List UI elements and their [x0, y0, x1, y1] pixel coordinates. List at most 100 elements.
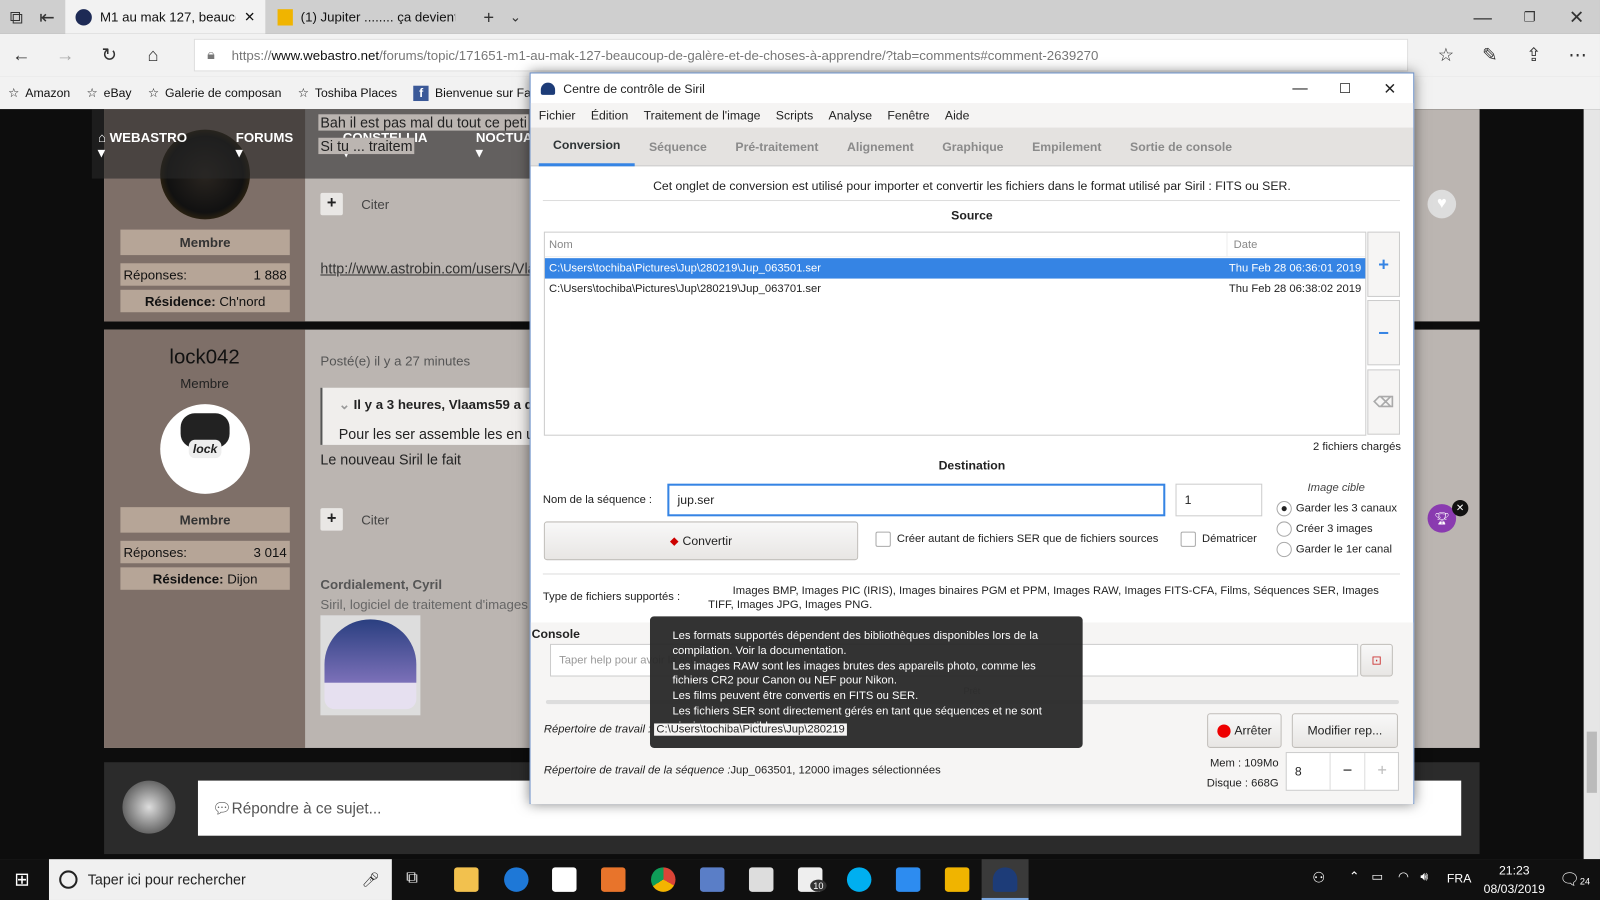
mail-icon[interactable]: 10 — [797, 867, 827, 892]
back-icon[interactable]: ← — [0, 34, 43, 77]
menu-fenetre[interactable]: Fenêtre — [887, 108, 929, 122]
favorite-toshiba[interactable]: ☆ Toshiba Places — [298, 86, 397, 100]
tab-sequence[interactable]: Séquence — [635, 127, 721, 166]
edge-icon[interactable] — [504, 867, 529, 892]
decrement-button[interactable]: − — [1329, 753, 1365, 790]
clock-time[interactable]: 21:23 — [1482, 863, 1547, 877]
windows-start-icon[interactable]: ⊞ — [14, 869, 29, 890]
close-tab-icon[interactable]: ✕ — [244, 9, 255, 25]
browser-tab-active[interactable]: M1 au mak 127, beaucc ✕ — [65, 0, 266, 34]
favorite-galerie[interactable]: ☆ Galerie de composan — [148, 86, 282, 100]
tab-pretraitement[interactable]: Pré-traitement — [721, 127, 833, 166]
app-icon[interactable] — [944, 867, 970, 892]
column-nom[interactable]: Nom — [549, 238, 573, 250]
favorite-facebook[interactable]: f Bienvenue sur Fac — [413, 85, 538, 101]
column-date[interactable]: Date — [1226, 232, 1362, 257]
skype-icon[interactable] — [846, 867, 872, 892]
notes-icon[interactable]: ✎ — [1468, 34, 1511, 77]
page-scrollbar[interactable] — [1583, 109, 1600, 860]
menu-edition[interactable]: Édition — [591, 108, 628, 122]
radio-icon — [1276, 521, 1292, 537]
convert-button[interactable]: ⬥ Convertir — [543, 521, 859, 561]
wifi-icon[interactable]: ◠ — [1398, 869, 1409, 883]
clear-list-button[interactable]: ⌫ — [1367, 369, 1400, 435]
siril-taskbar-button[interactable] — [981, 859, 1029, 900]
increment-button[interactable]: + — [1364, 753, 1399, 790]
multiquote-plus-button[interactable]: + — [320, 508, 343, 531]
tab-sortie-console[interactable]: Sortie de console — [1116, 127, 1247, 166]
menu-scripts[interactable]: Scripts — [776, 108, 813, 122]
people-icon[interactable]: ⚇ — [1312, 869, 1325, 886]
author-name[interactable]: lock042 — [104, 346, 305, 369]
radio-keep-first-channel[interactable]: Garder le 1er canal — [1276, 541, 1392, 558]
action-center-icon[interactable]: 🗨︎24 — [1559, 869, 1590, 889]
language-indicator[interactable]: FRA — [1447, 871, 1471, 885]
tab-graphique[interactable]: Graphique — [928, 127, 1018, 166]
multiquote-plus-button[interactable]: + — [320, 192, 343, 216]
task-view-icon[interactable]: ⧉ — [406, 869, 418, 887]
calculator-icon[interactable] — [748, 867, 774, 892]
refresh-icon[interactable]: ↻ — [88, 34, 131, 77]
heart-reaction-icon[interactable]: ♥ — [1427, 189, 1457, 219]
computer-icon[interactable] — [699, 867, 725, 892]
menu-aide[interactable]: Aide — [945, 108, 970, 122]
close-popup-icon[interactable]: ✕ — [1452, 499, 1469, 517]
tab-empilement[interactable]: Empilement — [1018, 127, 1116, 166]
address-bar[interactable]: 🔒︎ https://www.webastro.net/forums/topic… — [193, 38, 1409, 72]
browser-tab[interactable]: (1) Jupiter ........ ça devient tr — [267, 0, 465, 34]
store-icon[interactable] — [552, 867, 577, 892]
memory-usage: Mem : 109Mo — [1209, 757, 1279, 770]
tray-chevron-icon[interactable]: ⌃ — [1349, 869, 1359, 883]
file-row[interactable]: C:\Users\tochiba\Pictures\Jup\280219\Jup… — [544, 258, 1366, 279]
favorite-ebay[interactable]: ☆ eBay — [87, 86, 132, 100]
stop-button[interactable]: Arrêter — [1207, 713, 1282, 748]
microphone-icon[interactable]: 🎤︎ — [361, 871, 379, 888]
chevron-down-icon[interactable]: ⌄ — [339, 397, 354, 412]
threads-spinner[interactable]: 8 − + — [1285, 752, 1399, 791]
change-directory-button[interactable]: Modifier rep... — [1291, 713, 1398, 748]
menu-fichier[interactable]: Fichier — [539, 108, 576, 122]
source-file-list[interactable]: Nom Date C:\Users\tochiba\Pictures\Jup\28… — [543, 231, 1367, 436]
quote-button[interactable]: Citer — [361, 197, 389, 212]
quote-button[interactable]: Citer — [361, 512, 389, 527]
siril-logo[interactable] — [320, 615, 421, 716]
more-icon[interactable]: ⋯ — [1556, 34, 1599, 77]
remove-file-button[interactable]: − — [1367, 299, 1400, 366]
nav-forums[interactable]: FORUMS ▾ — [236, 129, 302, 161]
menu-analyse[interactable]: Analyse — [829, 108, 873, 122]
supported-types-label: Type de fichiers supportés : — [542, 590, 681, 604]
sequence-name-input[interactable]: jup.ser — [667, 483, 1166, 517]
clock-date[interactable]: 08/03/2019 — [1480, 882, 1549, 896]
nav-webastro[interactable]: ⌂ WEBASTRO ▾ — [98, 129, 195, 161]
menu-traitement[interactable]: Traitement de l'image — [644, 108, 761, 122]
signature-link[interactable]: http://www.astrobin.com/users/Vla — [320, 260, 535, 276]
media-player-icon[interactable] — [601, 867, 626, 892]
start-index-input[interactable]: 1 — [1175, 483, 1263, 517]
snip-icon[interactable] — [895, 867, 921, 892]
favorites-icon[interactable]: ☆ — [1424, 34, 1467, 77]
file-explorer-icon[interactable] — [454, 867, 479, 892]
file-row[interactable]: C:\Users\tochiba\Pictures\Jup\280219\Jup… — [545, 279, 1365, 299]
tab-alignement[interactable]: Alignement — [833, 127, 928, 166]
replies-count: 3 014 — [253, 544, 287, 560]
siril-icon — [992, 867, 1018, 892]
radio-create-3-images[interactable]: Créer 3 images — [1276, 521, 1373, 537]
siril-minimize-icon[interactable]: — — [1278, 73, 1323, 103]
multi-ser-checkbox[interactable]: Créer autant de fichiers SER que de fich… — [875, 531, 1158, 547]
add-files-button[interactable]: + — [1367, 231, 1400, 297]
volume-icon[interactable]: 🔊︎ — [1420, 869, 1428, 884]
favorite-label: Bienvenue sur Fac — [434, 85, 538, 100]
radio-keep-3-channels[interactable]: Garder les 3 canaux — [1276, 501, 1397, 517]
tab-conversion[interactable]: Conversion — [538, 127, 635, 166]
clear-console-button[interactable]: ⊡ — [1360, 643, 1393, 677]
siril-close-icon[interactable]: ✕ — [1367, 73, 1412, 103]
taskbar-search[interactable]: Taper ici pour rechercher 🎤︎ — [48, 859, 392, 900]
battery-icon[interactable]: ▭ — [1371, 869, 1383, 883]
favorite-amazon[interactable]: ☆ Amazon — [8, 86, 70, 100]
siril-maximize-icon[interactable]: ☐ — [1322, 73, 1367, 103]
chrome-icon[interactable] — [651, 867, 676, 892]
forward-icon[interactable]: → — [44, 34, 87, 77]
debayer-checkbox[interactable]: Dématricer — [1180, 531, 1257, 547]
share-icon[interactable]: ⇪ — [1512, 34, 1555, 77]
home-icon[interactable]: ⌂ — [132, 34, 175, 77]
